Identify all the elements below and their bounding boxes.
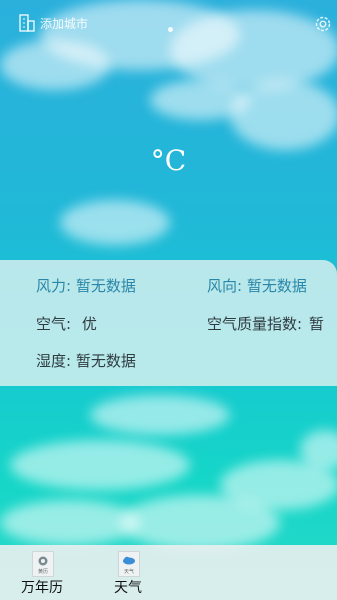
calendar-icon-text: 黄历 [37, 569, 48, 575]
humidity-label: 湿度: [36, 352, 72, 370]
aqi-value: 暂 [308, 315, 324, 333]
add-city-button[interactable]: 添加城市 [18, 14, 88, 32]
air-value: 优 [81, 315, 97, 333]
wind-force-value: 暂无数据 [75, 277, 136, 295]
settings-gear-icon[interactable] [313, 14, 333, 34]
weather-details-panel: 风力: 暂无数据 风向: 暂无数据 空气: 优 空气质量指数: 暂 湿度: 暂无… [0, 260, 337, 386]
bottom-tab-bar: 黄历 万年历 天气 天气 [0, 545, 337, 600]
temperature-display: °C [150, 144, 187, 177]
air-label: 空气: [36, 315, 72, 333]
aqi-row: 空气质量指数: 暂 [207, 313, 324, 334]
wind-force-row: 风力: 暂无数据 [36, 275, 136, 296]
air-row: 空气: 优 [36, 313, 97, 334]
building-icon [19, 14, 35, 32]
wind-direction-label: 风向: [207, 277, 243, 295]
top-bar: 添加城市 [0, 0, 337, 48]
tab-weather-label: 天气 [114, 580, 142, 596]
weather-icon: 天气 [118, 551, 140, 577]
add-city-label: 添加城市 [40, 16, 89, 31]
wind-force-label: 风力: [36, 277, 72, 295]
wind-direction-row: 风向: 暂无数据 [207, 275, 307, 296]
humidity-value: 暂无数据 [75, 352, 136, 370]
weather-icon-text: 天气 [123, 569, 134, 575]
humidity-row: 湿度: 暂无数据 [36, 350, 136, 371]
tab-calendar[interactable]: 黄历 万年历 [12, 545, 72, 600]
wind-direction-value: 暂无数据 [246, 277, 307, 295]
page-indicator-dot [168, 27, 173, 32]
tab-weather[interactable]: 天气 天气 [98, 545, 158, 600]
calendar-icon: 黄历 [32, 551, 54, 577]
aqi-label: 空气质量指数: [207, 315, 303, 333]
tab-calendar-label: 万年历 [21, 580, 63, 596]
